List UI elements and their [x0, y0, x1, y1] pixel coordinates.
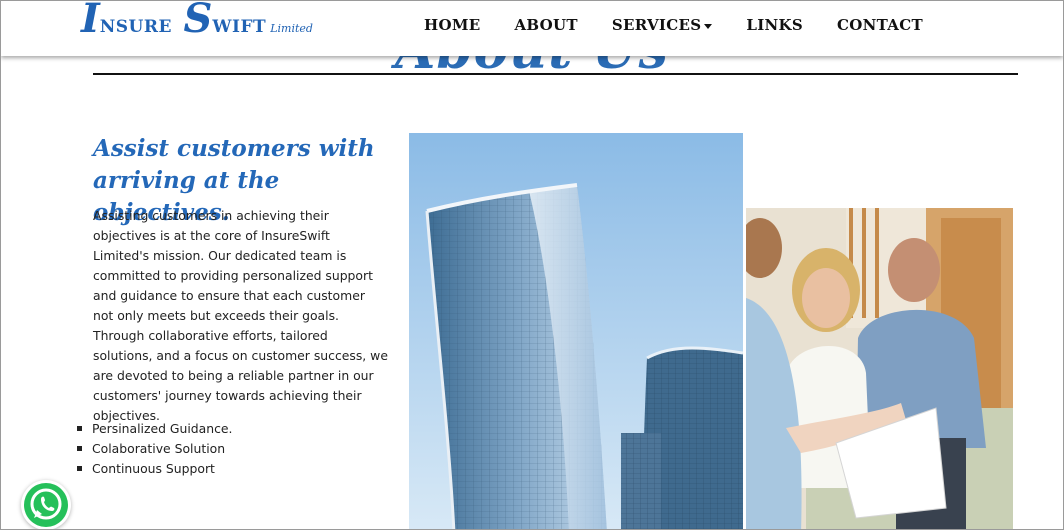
main-menu: HOME ABOUT SERVICES LINKS CONTACT: [424, 16, 957, 34]
heading-divider: [93, 73, 1018, 75]
feature-item: Persinalized Guidance.: [77, 419, 233, 439]
logo-initial-s: S: [183, 0, 213, 42]
nav-links[interactable]: LINKS: [746, 16, 803, 34]
nav-home[interactable]: HOME: [424, 16, 480, 34]
whatsapp-button[interactable]: [21, 480, 71, 529]
top-navbar: INSURE SWIFT Limited HOME ABOUT SERVICES …: [1, 1, 1063, 56]
nav-about[interactable]: ABOUT: [514, 16, 577, 34]
people-image: [746, 208, 1013, 529]
section-body: Assisting customers in achieving their o…: [93, 208, 388, 423]
feature-item: Continuous Support: [77, 459, 233, 479]
nav-contact[interactable]: CONTACT: [837, 16, 923, 34]
logo-initial-i: I: [81, 0, 100, 42]
logo-word-swift: WIFT: [212, 17, 267, 37]
logo-suffix: Limited: [270, 22, 313, 35]
nav-services[interactable]: SERVICES: [611, 16, 713, 34]
chevron-down-icon: [704, 23, 713, 29]
building-image: [409, 133, 743, 529]
whatsapp-icon: [24, 483, 68, 527]
feature-item: Colaborative Solution: [77, 439, 233, 459]
page-frame: About Us INSURE SWIFTLimited HOME ABOUT …: [0, 0, 1064, 530]
feature-list: Persinalized Guidance. Colaborative Solu…: [77, 419, 233, 479]
logo-word-insure: NSURE: [99, 17, 172, 37]
nav-services-label: SERVICES: [611, 16, 702, 34]
